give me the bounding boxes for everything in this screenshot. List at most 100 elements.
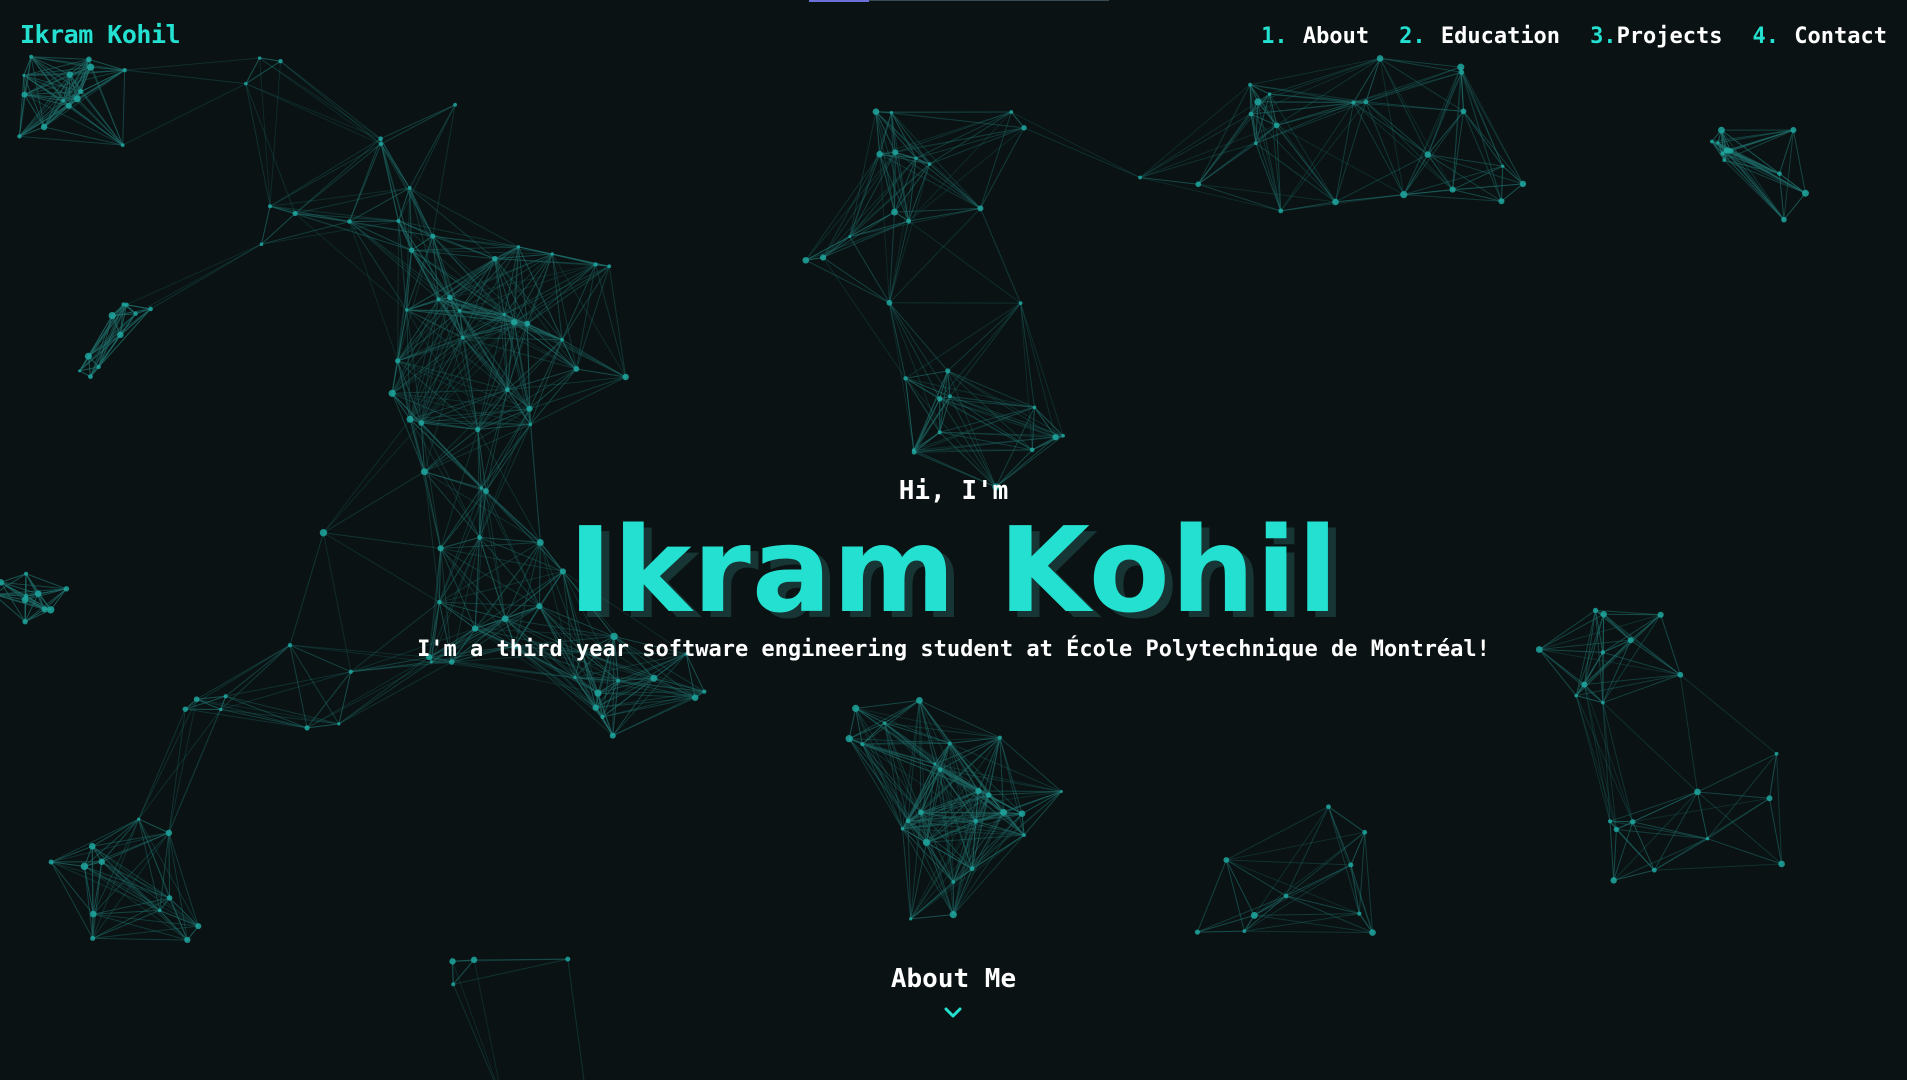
network-node	[165, 829, 173, 837]
network-line	[280, 60, 382, 145]
about-me-link[interactable]: About Me	[0, 964, 1907, 994]
network-line	[848, 708, 857, 739]
network-line	[889, 302, 949, 372]
network-node	[1052, 433, 1059, 441]
network-line	[1632, 821, 1708, 840]
network-line	[122, 70, 126, 146]
network-node	[909, 917, 913, 921]
network-node	[1278, 208, 1284, 214]
network-line	[888, 302, 915, 451]
network-line	[280, 60, 381, 140]
main-nav: 1. About 2. Education 3.Projects 4. Cont…	[1261, 24, 1887, 49]
network-line	[1226, 859, 1351, 866]
network-node	[184, 936, 191, 944]
network-line	[929, 163, 981, 209]
network-node	[21, 91, 28, 98]
network-node	[622, 373, 629, 381]
network-node	[945, 368, 951, 374]
network-node	[1326, 804, 1331, 810]
network-node	[1357, 911, 1362, 916]
nav-item-label: Education	[1440, 24, 1561, 49]
network-line	[1616, 829, 1655, 871]
network-line	[168, 699, 198, 833]
nav-item-label: About	[1302, 24, 1370, 49]
network-node	[193, 696, 200, 703]
network-line	[124, 69, 246, 85]
network-line	[135, 243, 262, 315]
network-node	[337, 722, 341, 726]
network-node	[1781, 216, 1787, 223]
network-line	[138, 699, 198, 820]
network-line	[1196, 859, 1227, 933]
nav-item-about[interactable]: 1. About	[1261, 24, 1369, 49]
network-node	[1766, 795, 1773, 802]
network-line	[397, 250, 413, 361]
nav-item-projects[interactable]: 3.Projects	[1590, 24, 1722, 49]
network-line	[126, 243, 262, 306]
network-line	[888, 220, 910, 303]
network-line	[1776, 753, 1783, 864]
network-line	[908, 220, 1021, 304]
network-line	[1139, 177, 1281, 212]
network-node	[550, 252, 554, 256]
network-node	[148, 306, 153, 312]
network-line	[1609, 791, 1698, 822]
nav-item-education[interactable]: 2. Education	[1399, 24, 1560, 49]
network-node	[22, 73, 26, 77]
network-line	[1254, 895, 1287, 916]
nav-item-label: Contact	[1794, 24, 1887, 49]
network-node	[1242, 929, 1247, 934]
network-line	[168, 832, 171, 898]
network-line	[220, 671, 352, 710]
network-node	[1018, 301, 1023, 306]
network-line	[1139, 177, 1199, 185]
network-line	[168, 696, 227, 834]
nav-item-contact[interactable]: 4. Contact	[1753, 24, 1887, 49]
network-line	[98, 313, 137, 368]
network-line	[913, 436, 1056, 451]
network-node	[691, 694, 699, 701]
network-node	[86, 56, 92, 63]
network-node	[573, 675, 577, 680]
network-node	[911, 448, 916, 452]
network-node	[388, 389, 396, 397]
network-node	[1777, 171, 1782, 176]
network-line	[101, 818, 140, 863]
network-node	[860, 742, 865, 747]
network-line	[1724, 159, 1806, 194]
network-node	[1248, 82, 1252, 87]
network-node	[876, 150, 884, 158]
network-node	[573, 366, 580, 372]
network-line	[245, 83, 381, 140]
network-line	[530, 376, 626, 425]
network-line	[978, 790, 1062, 793]
chevron-down-icon[interactable]	[944, 1007, 962, 1019]
network-node	[1250, 911, 1258, 919]
network-line	[822, 236, 851, 258]
network-line	[1010, 111, 1025, 129]
network-node	[1718, 126, 1725, 134]
brand-logo[interactable]: Ikram Kohil	[20, 20, 181, 49]
network-line	[1583, 684, 1617, 830]
network-line	[929, 111, 1012, 165]
network-node	[80, 862, 89, 871]
network-node	[502, 312, 506, 317]
network-node	[948, 394, 952, 399]
network-node	[1248, 111, 1254, 117]
network-node	[927, 162, 932, 166]
hero-tagline: I'm a third year software engineering st…	[417, 637, 1490, 662]
network-line	[259, 57, 271, 207]
network-node	[845, 735, 853, 743]
page-background: Ikram Kohil 1. About 2. Education 3.Proj…	[0, 0, 1907, 1080]
network-node	[973, 818, 979, 824]
network-line	[1501, 183, 1524, 202]
network-line	[1575, 695, 1617, 830]
network-line	[1697, 791, 1782, 865]
network-line	[245, 60, 281, 85]
network-line	[1023, 127, 1141, 178]
network-line	[1707, 838, 1782, 865]
network-line	[349, 220, 399, 222]
network-line	[245, 57, 261, 84]
network-line	[1680, 674, 1777, 755]
network-line	[92, 937, 188, 941]
